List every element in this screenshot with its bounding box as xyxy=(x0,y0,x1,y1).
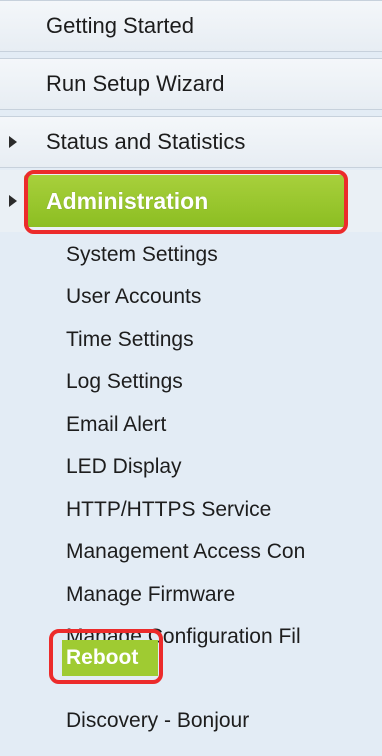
nav-item-label: Status and Statistics xyxy=(46,129,246,154)
subnav-item-management-access-control[interactable]: Management Access Con xyxy=(66,535,305,569)
nav-item-administration[interactable]: Administration xyxy=(0,170,382,234)
subnav-item-label: User Accounts xyxy=(66,285,202,308)
subnav-item-label: Email Alert xyxy=(66,413,167,436)
subnav-item-label: HTTP/HTTPS Service xyxy=(66,498,272,521)
callout-box xyxy=(24,170,348,234)
subnav-item-log-settings[interactable]: Log Settings xyxy=(66,365,183,399)
sidebar-nav: Getting Started Run Setup Wizard Status … xyxy=(0,0,382,756)
subnav-item-label: Management Access Con xyxy=(66,540,306,563)
subnav-item-label: Discovery - Bonjour xyxy=(66,709,250,732)
nav-item-label: Getting Started xyxy=(46,13,194,38)
subnav-item-time-settings[interactable]: Time Settings xyxy=(66,323,194,357)
subnav-item-discovery-bonjour[interactable]: Discovery - Bonjour xyxy=(66,704,249,738)
subnav-item-label: Manage Firmware xyxy=(66,583,236,606)
subnav-item-led-display[interactable]: LED Display xyxy=(66,450,182,484)
callout-box xyxy=(49,629,163,684)
subnav-item-label: Time Settings xyxy=(66,328,194,351)
subnav-item-manage-firmware[interactable]: Manage Firmware xyxy=(66,578,235,612)
subnav-item-label: Log Settings xyxy=(66,370,183,393)
expand-arrow-icon xyxy=(9,195,17,207)
subnav-item-label: System Settings xyxy=(66,243,218,266)
expand-arrow-icon xyxy=(9,136,17,148)
subnav-item-http-https-service[interactable]: HTTP/HTTPS Service xyxy=(66,493,271,527)
subnav-item-label: LED Display xyxy=(66,455,182,478)
subnav-item-user-accounts[interactable]: User Accounts xyxy=(66,280,201,314)
nav-item-getting-started[interactable]: Getting Started xyxy=(0,0,382,52)
nav-item-label: Run Setup Wizard xyxy=(46,71,225,96)
subnav-item-email-alert[interactable]: Email Alert xyxy=(66,408,166,442)
subnav-item-system-settings[interactable]: System Settings xyxy=(66,238,218,272)
nav-item-run-setup-wizard[interactable]: Run Setup Wizard xyxy=(0,58,382,110)
nav-item-status-and-statistics[interactable]: Status and Statistics xyxy=(0,116,382,168)
